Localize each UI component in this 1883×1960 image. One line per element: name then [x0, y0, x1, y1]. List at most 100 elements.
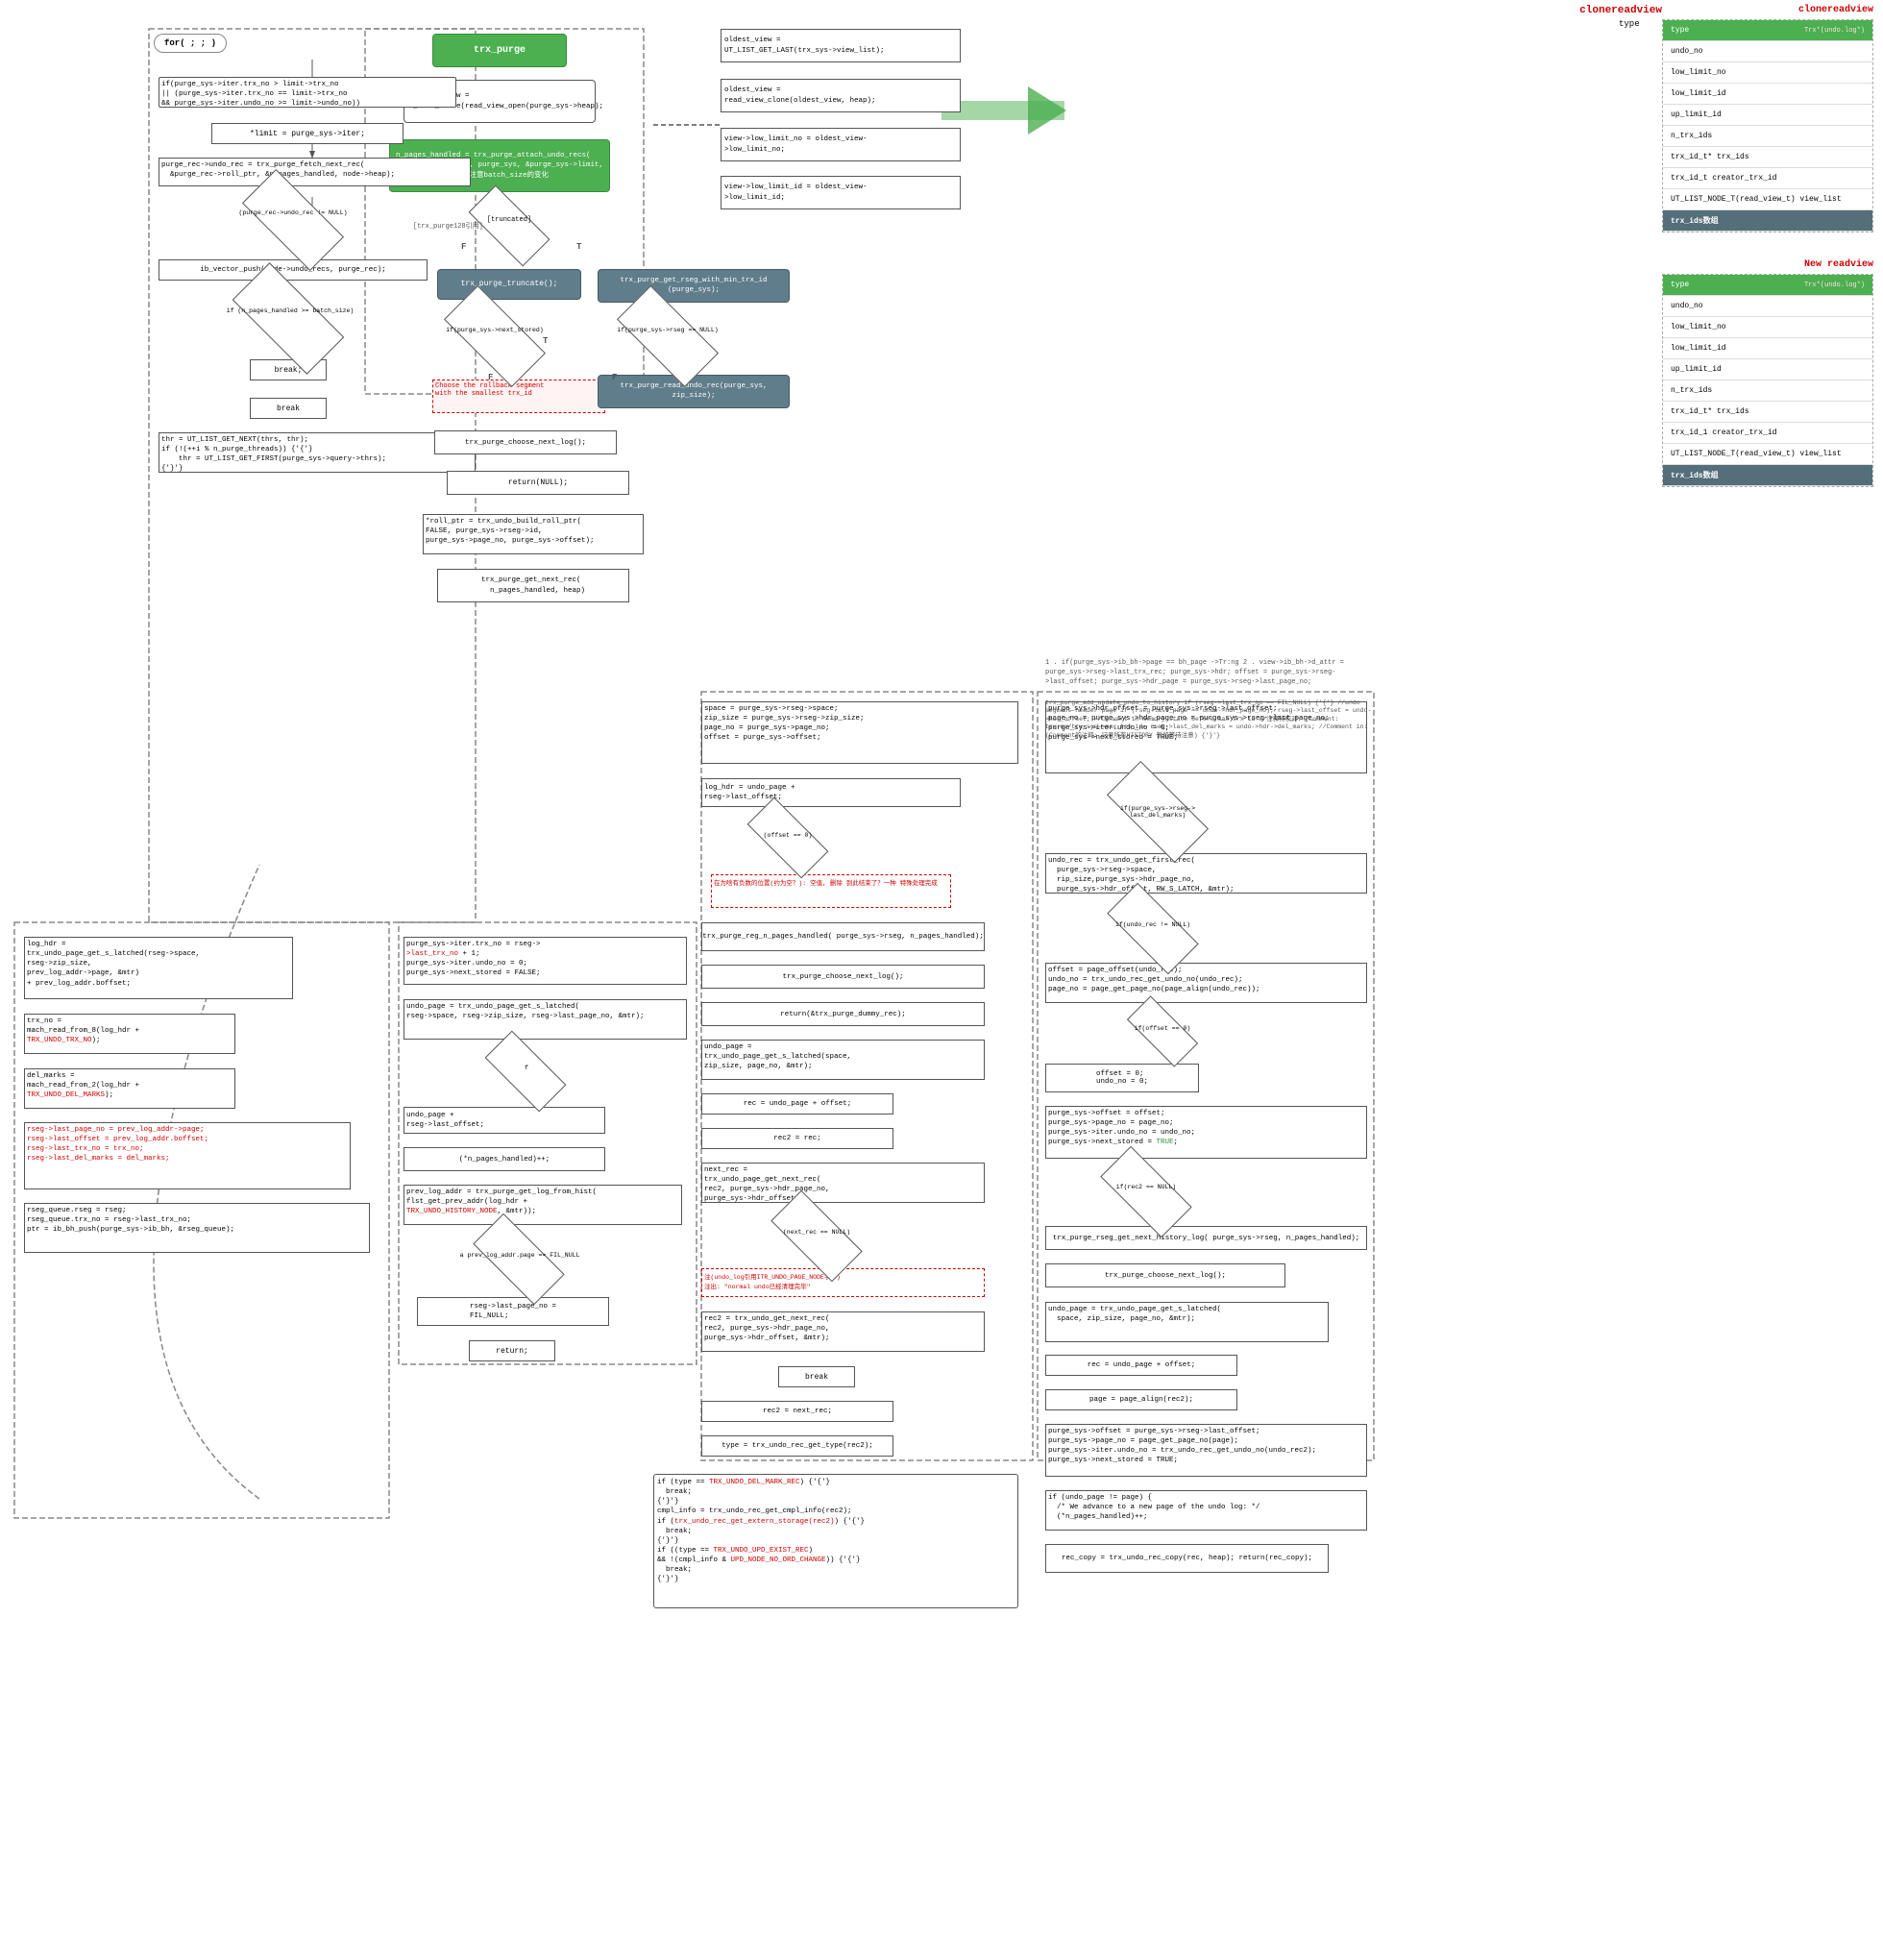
f-label: f	[478, 1065, 575, 1071]
oldest-view-1-node: oldest_view = UT_LIST_GET_LAST(trx_sys->…	[721, 29, 961, 62]
read-undo-rec-node: trx_purge_read_undo_rec(purge_sys, zip_s…	[598, 375, 790, 408]
purge-sys-offset-2-node: purge_sys->offset = purge_sys->rseg->las…	[1045, 1424, 1367, 1477]
panel-row-n-trx-ids-1: n_trx_ids	[1663, 126, 1872, 147]
choose-next-log-node: trx_purge_choose_next_log();	[434, 430, 617, 454]
low-limit-no-node: view->low_limit_no = oldest_view- >low_l…	[721, 128, 961, 161]
panel-row-creator-1: trx_id_t creator_trx_id	[1663, 168, 1872, 189]
n-pages-inc-node-2: (*n_pages_handled)++;	[404, 1147, 605, 1171]
offset-calc-node: offset = page_offset(undo_rec); undo_no …	[1045, 963, 1367, 1003]
annotation-purge-hdr: 1 . if(purge_sys->ib_bh->page == bh_page…	[1045, 659, 1372, 687]
f-diamond	[485, 1031, 567, 1113]
panel-row-trx-ids-array-2: trx_ids数组	[1663, 465, 1872, 486]
del-marks-label: if(purge_sys->rseg->last_del_marks)	[1090, 805, 1225, 819]
purge-sys-offset-node: purge_sys->offset = offset; purge_sys->p…	[1045, 1106, 1367, 1159]
undo-rec-null-label: if(undo_rec != NULL)	[1093, 921, 1212, 928]
annotation-neg: 在为啥有负数的位置(约为空？): 空值, 删除 到此结束了？一种 特殊处理完成	[711, 874, 951, 908]
rseg-null-label: if(purge_sys->rseg == NULL)	[602, 327, 733, 333]
n-pages-label: if (n_pages_handled >= batch_size)	[223, 307, 357, 314]
del-marks-node: del_marks = mach_read_from_2(log_hdr + T…	[24, 1068, 235, 1109]
panel-row-creator-2: trx_id_1 creator_trx_id	[1663, 423, 1872, 444]
if-type-del-node: if (type == TRX_UNDO_DEL_MARK_REC) {'{'}…	[653, 1474, 1018, 1608]
panel-row-undo-no-2: undo_no	[1663, 296, 1872, 317]
oldest-view-2-node: oldest_view = read_view_clone(oldest_vie…	[721, 79, 961, 112]
low-limit-id-node: view->low_limit_id = oldest_view- >low_l…	[721, 176, 961, 209]
fn-null-diamond	[473, 1213, 564, 1305]
new-readview-header: New readview	[1804, 259, 1873, 270]
if-purge-no-condition: if(purge_sys->iter.trx_no > limit->trx_n…	[159, 77, 456, 108]
f-label-truncate: F	[461, 242, 466, 252]
next-stored-diamond	[444, 285, 546, 387]
undo-rec-null-diamond	[1107, 883, 1198, 974]
break-3-node: break	[778, 1366, 855, 1387]
type-top-right: type	[1619, 19, 1640, 29]
space-zip-node: space = purge_sys->rseg->space; zip_size…	[701, 701, 1018, 764]
trx-purge-node: trx_purge	[432, 34, 567, 67]
new-readview-panel: type Trx*(undo.log*) undo_no low_limit_n…	[1662, 274, 1873, 487]
undo-page-get-node: undo_page = trx_undo_page_get_s_latched(…	[404, 999, 687, 1040]
choose-next-2-node: trx_purge_choose_next_log();	[701, 965, 985, 989]
panel-row-low-limit-id-2: low_limit_id	[1663, 338, 1872, 359]
rec-copy-node: rec_copy = trx_undo_rec_copy(rec, heap);…	[1045, 1544, 1329, 1573]
log-hdr-node: log_hdr = trx_undo_page_get_s_latched(rs…	[24, 937, 293, 999]
undo-page-3-node: undo_page = trx_undo_page_get_s_latched(…	[1045, 1302, 1329, 1342]
ib-vector-push-node: ib_vector_push(node->undo_recs, purge_re…	[159, 259, 428, 281]
if-undo-page-node: if (undo_page != page) { /* We advance t…	[1045, 1490, 1367, 1531]
offset-label: (offset == 0)	[735, 832, 841, 839]
thr-node: thr = UT_LIST_GET_NEXT(thrs, thr); if (!…	[159, 432, 476, 473]
choose-next-3-node: trx_purge_choose_next_log();	[1045, 1263, 1285, 1287]
iter-trx-no-node: purge_sys->iter.trx_no = rseg-> >last_tr…	[404, 937, 687, 985]
roll-ptr-node: *roll_ptr = trx_undo_build_roll_ptr( FAL…	[423, 514, 644, 554]
next-rec-null-label: (next_rec == NULL)	[759, 1229, 874, 1236]
get-rseg-with-min-node: trx_purge_get_rseg_with_min_trx_id (purg…	[598, 269, 790, 303]
break-2-node: break	[250, 398, 327, 419]
panel-row-low-limit-no-2: low_limit_no	[1663, 317, 1872, 338]
rseg-get-next-history-node: trx_purge_rseg_get_next_history_log( pur…	[1045, 1226, 1367, 1250]
rec2-null-label: if(rec2 == NULL)	[1088, 1184, 1205, 1190]
diagram-container: clonereadview trx_purge purge_sys->view …	[0, 0, 1883, 1960]
offset-0-node: offset = 0;undo_no = 0;	[1045, 1064, 1199, 1092]
panel-row-low-limit-id-1: low_limit_id	[1663, 84, 1872, 105]
get-next-rec-node: trx_purge_get_next_rec( n_pages_handled,…	[437, 569, 629, 602]
return-dummy-node: return(&trx_purge_dummy_rec);	[701, 1002, 985, 1026]
fetch-next-node: purge_rec->undo_rec = trx_purge_fetch_ne…	[159, 158, 471, 186]
rec2-node: rec2 = rec;	[701, 1128, 893, 1149]
rseg-last-node: rseg->last_page_no = prev_log_addr->page…	[24, 1122, 351, 1189]
undo-page-2-node: undo_page = trx_undo_page_get_s_latched(…	[701, 1040, 985, 1080]
panel-row-trx-id-t-1: trx_id_t* trx_ids	[1663, 147, 1872, 168]
clonereadview-title: clonereadview	[1579, 5, 1662, 16]
panel-row-view-list-1: UT_LIST_NODE_T(read_view_t) view_list	[1663, 189, 1872, 210]
purge-reg-node: trx_purge_reg_n_pages_handled( purge_sys…	[701, 922, 985, 951]
choose-rollback-note: Choose the rollback segmentwith the smal…	[432, 380, 605, 413]
panel-row-trx-ids-array-1: trx_ids数组	[1663, 210, 1872, 232]
next-rec-node: next_rec = trx_undo_page_get_next_rec( r…	[701, 1163, 985, 1203]
panel-row-type-1: type Trx*(undo.log*)	[1663, 20, 1872, 41]
panel-row-type-2: type Trx*(undo.log*)	[1663, 275, 1872, 296]
undo-log-note: 注(undo_log引用ITR_UNDO_PAGE_NODE字节)注出: "no…	[701, 1268, 985, 1297]
rec-right-node: rec = undo_page + offset;	[1045, 1355, 1237, 1376]
rec2-null-diamond	[1100, 1146, 1191, 1237]
log-hdr-2-node: log_hdr = undo_page + rseg->last_offset;	[701, 778, 961, 807]
panel-row-up-limit-id-2: up_limit_id	[1663, 359, 1872, 380]
next-rec-2-node: rec2 = trx_undo_get_next_rec( rec2, purg…	[701, 1311, 985, 1352]
clonereadview-header: clonereadview	[1798, 5, 1873, 15]
panel-row-view-list-2: UT_LIST_NODE_T(read_view_t) view_list	[1663, 444, 1872, 465]
f-label-rseg: F	[612, 373, 617, 382]
t-label: T	[576, 242, 581, 252]
panel-row-trx-id-t-2: trx_id_t* trx_ids	[1663, 402, 1872, 423]
rseg-queue-node: rseg_queue.rseg = rseg; rseg_queue.trx_n…	[24, 1203, 370, 1253]
fn-null-label: a prev_log_addr.page == FIL_NULL	[457, 1252, 582, 1259]
rec2-next-node: rec2 = next_rec;	[701, 1401, 893, 1422]
truncated-label: [truncated]	[471, 216, 548, 255]
t-label-stored: T	[543, 336, 548, 346]
update-undo-annotation: trx_purge_add_update_undo_to_history if …	[1045, 699, 1372, 740]
limit-set-node: *limit = purge_sys->iter;	[211, 123, 404, 144]
offset-0-label: if(offset == 0)	[1117, 1025, 1208, 1032]
type-get-node: type = trx_undo_rec_get_type(rec2);	[701, 1435, 893, 1457]
trx-purge-truncate-node: trx_purge_truncate();	[437, 269, 581, 300]
trx-no-node: trx_no = mach_read_from_8(log_hdr + TRX_…	[24, 1014, 235, 1054]
undo-rec-first-node: undo_rec = trx_undo_get_first_rec( purge…	[1045, 853, 1367, 894]
clonereadview-panel: type Trx*(undo.log*) undo_no low_limit_n…	[1662, 19, 1873, 233]
panel-row-up-limit-id-1: up_limit_id	[1663, 105, 1872, 126]
return-null-node: return(NULL);	[447, 471, 629, 495]
last-offset-node: undo_page + rseg->last_offset;	[404, 1107, 605, 1134]
